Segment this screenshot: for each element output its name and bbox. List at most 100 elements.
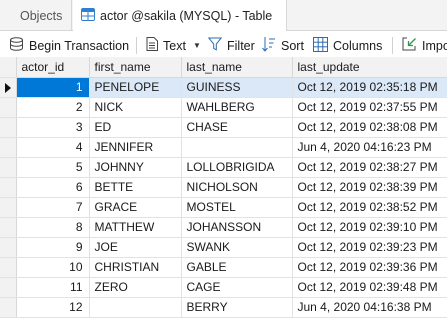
table-row[interactable]: 4 JENNIFER Jun 4, 2020 04:16:23 PM (0, 137, 447, 158)
last-update-cell[interactable]: Oct 12, 2019 02:38:08 PM (292, 117, 447, 138)
row-selector[interactable] (0, 137, 17, 158)
first-name-cell[interactable]: ZERO (89, 277, 182, 298)
tab-actor-table[interactable]: actor @sakila (MYSQL) - Table (73, 0, 287, 32)
filter-label: Filter (227, 38, 255, 53)
import-button[interactable]: Impo (402, 31, 447, 60)
actor-id-cell[interactable]: 10 (16, 257, 90, 278)
last-update-cell[interactable]: Oct 12, 2019 02:39:23 PM (292, 237, 447, 258)
header-row: actor_id first_name last_name last_updat… (0, 57, 447, 78)
last-name-cell[interactable]: JOHANSSON (181, 217, 293, 238)
import-icon (402, 37, 417, 54)
table-row[interactable]: 7 GRACE MOSTEL Oct 12, 2019 02:38:52 PM (0, 197, 447, 218)
last-update-cell[interactable]: Jun 4, 2020 04:16:38 PM (292, 297, 447, 318)
filter-icon (207, 37, 223, 54)
last-name-cell[interactable] (181, 137, 293, 158)
columns-button[interactable]: Columns (313, 31, 382, 60)
row-selector[interactable] (0, 157, 17, 178)
table-row[interactable]: 1 PENELOPE GUINESS Oct 12, 2019 02:35:18 PM (0, 77, 447, 98)
tab-objects-label: Objects (20, 8, 63, 23)
last-update-cell[interactable]: Oct 12, 2019 02:39:36 PM (292, 257, 447, 278)
text-label: Text (163, 38, 186, 53)
last-name-cell[interactable]: MOSTEL (181, 197, 293, 218)
row-selector[interactable] (0, 297, 17, 318)
last-name-cell[interactable]: LOLLOBRIGIDA (181, 157, 293, 178)
row-selector-arrow-icon (4, 82, 11, 93)
columns-icon (313, 36, 328, 55)
table-row[interactable]: 8 MATTHEW JOHANSSON Oct 12, 2019 02:39:10 P… (0, 217, 447, 238)
last-name-cell[interactable]: GABLE (181, 257, 293, 278)
first-name-cell[interactable] (89, 297, 182, 318)
actor-id-cell[interactable]: 11 (16, 277, 90, 298)
filter-button[interactable]: Filter (207, 31, 255, 60)
table-row[interactable]: 12 BERRY Jun 4, 2020 04:16:38 PM (0, 297, 447, 318)
row-selector[interactable] (0, 77, 17, 98)
last-update-cell[interactable]: Oct 12, 2019 02:39:10 PM (292, 217, 447, 238)
last-update-cell[interactable]: Oct 12, 2019 02:37:55 PM (292, 97, 447, 118)
row-selector[interactable] (0, 197, 17, 218)
column-header-first-name[interactable]: first_name (89, 57, 182, 78)
first-name-cell[interactable]: GRACE (89, 197, 182, 218)
table-row[interactable]: 5 JOHNNY LOLLOBRIGIDA Oct 12, 2019 02:38:27… (0, 157, 447, 178)
last-update-cell[interactable]: Jun 4, 2020 04:16:23 PM (292, 137, 447, 158)
row-selector-header (0, 57, 17, 78)
actor-id-cell[interactable]: 1 (16, 77, 90, 98)
actor-id-cell[interactable]: 5 (16, 157, 90, 178)
actor-id-cell[interactable]: 7 (16, 197, 90, 218)
tab-objects[interactable]: Objects (0, 0, 72, 31)
column-header-actor-id[interactable]: actor_id (16, 57, 90, 78)
actor-id-cell[interactable]: 9 (16, 237, 90, 258)
row-selector[interactable] (0, 217, 17, 238)
last-name-cell[interactable]: CHASE (181, 117, 293, 138)
toolbar-separator (136, 37, 137, 54)
sort-label: Sort (281, 38, 304, 53)
row-selector[interactable] (0, 177, 17, 198)
last-update-cell[interactable]: Oct 12, 2019 02:38:27 PM (292, 157, 447, 178)
first-name-cell[interactable]: PENELOPE (89, 77, 182, 98)
last-name-cell[interactable]: NICHOLSON (181, 177, 293, 198)
last-update-cell[interactable]: Oct 12, 2019 02:38:52 PM (292, 197, 447, 218)
text-button[interactable]: Text ▼ (146, 31, 201, 60)
row-selector[interactable] (0, 117, 17, 138)
column-header-last-update[interactable]: last_update (292, 57, 447, 78)
row-selector[interactable] (0, 97, 17, 118)
first-name-cell[interactable]: JOE (89, 237, 182, 258)
last-name-cell[interactable]: BERRY (181, 297, 293, 318)
table-icon (81, 8, 95, 24)
first-name-cell[interactable]: BETTE (89, 177, 182, 198)
actor-id-cell[interactable]: 6 (16, 177, 90, 198)
tab-bar: Objects actor @sakila (MYSQL) - Table (0, 0, 447, 32)
first-name-cell[interactable]: JENNIFER (89, 137, 182, 158)
actor-id-cell[interactable]: 12 (16, 297, 90, 318)
begin-transaction-button[interactable]: Begin Transaction (9, 31, 129, 60)
table-row[interactable]: 11 ZERO CAGE Oct 12, 2019 02:39:48 PM (0, 277, 447, 298)
last-name-cell[interactable]: SWANK (181, 237, 293, 258)
last-name-cell[interactable]: WAHLBERG (181, 97, 293, 118)
last-name-cell[interactable]: GUINESS (181, 77, 293, 98)
table-row[interactable]: 10 CHRISTIAN GABLE Oct 12, 2019 02:39:36 PM (0, 257, 447, 278)
row-selector[interactable] (0, 277, 17, 298)
last-update-cell[interactable]: Oct 12, 2019 02:39:48 PM (292, 277, 447, 298)
actor-id-cell[interactable]: 2 (16, 97, 90, 118)
actor-id-cell[interactable]: 4 (16, 137, 90, 158)
actor-table: actor_id first_name last_name last_updat… (0, 57, 447, 318)
data-grid[interactable]: actor_id first_name last_name last_updat… (0, 57, 447, 320)
actor-id-cell[interactable]: 3 (16, 117, 90, 138)
first-name-cell[interactable]: JOHNNY (89, 157, 182, 178)
table-row[interactable]: 3 ED CHASE Oct 12, 2019 02:38:08 PM (0, 117, 447, 138)
row-selector[interactable] (0, 237, 17, 258)
first-name-cell[interactable]: CHRISTIAN (89, 257, 182, 278)
row-selector[interactable] (0, 257, 17, 278)
last-update-cell[interactable]: Oct 12, 2019 02:35:18 PM (292, 77, 447, 98)
actor-id-cell[interactable]: 8 (16, 217, 90, 238)
first-name-cell[interactable]: ED (89, 117, 182, 138)
sort-button[interactable]: Sort (262, 31, 304, 60)
table-row[interactable]: 6 BETTE NICHOLSON Oct 12, 2019 02:38:39 PM (0, 177, 447, 198)
table-row[interactable]: 2 NICK WAHLBERG Oct 12, 2019 02:37:55 PM (0, 97, 447, 118)
toolbar: Begin Transaction Text ▼ Filter Sort Col… (0, 31, 447, 60)
table-row[interactable]: 9 JOE SWANK Oct 12, 2019 02:39:23 PM (0, 237, 447, 258)
last-update-cell[interactable]: Oct 12, 2019 02:38:39 PM (292, 177, 447, 198)
column-header-last-name[interactable]: last_name (181, 57, 293, 78)
last-name-cell[interactable]: CAGE (181, 277, 293, 298)
first-name-cell[interactable]: NICK (89, 97, 182, 118)
first-name-cell[interactable]: MATTHEW (89, 217, 182, 238)
